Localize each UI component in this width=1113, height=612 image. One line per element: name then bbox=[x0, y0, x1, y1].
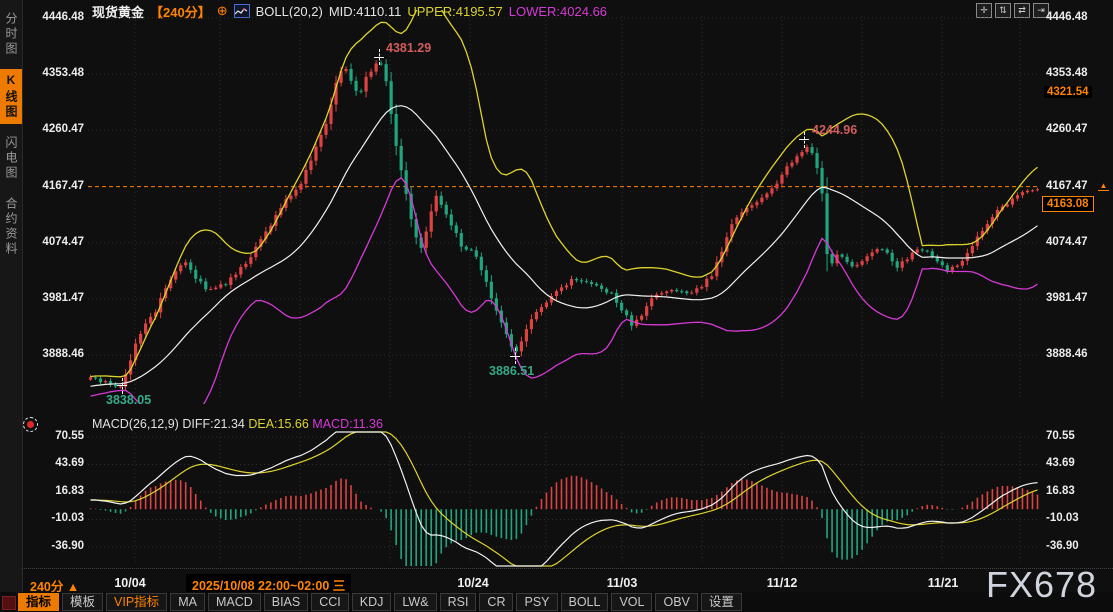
macd-tick: -10.03 bbox=[1046, 512, 1079, 524]
macd-tick: 43.69 bbox=[1046, 457, 1075, 469]
price-tick: 4260.47 bbox=[1046, 123, 1088, 135]
toolbar-item-lw[interactable]: LW& bbox=[394, 593, 436, 611]
price-tick: 4260.47 bbox=[30, 123, 84, 135]
macd-chart[interactable] bbox=[88, 430, 1040, 568]
macd-header: MACD(26,12,9) DIFF:21.34 DEA:15.66 MACD:… bbox=[92, 417, 383, 431]
annotation-low-mid: 3886.51 bbox=[489, 364, 534, 378]
main-price-chart[interactable] bbox=[88, 10, 1040, 404]
timeline-date: 11/03 bbox=[607, 576, 638, 590]
toolbar-item-boll[interactable]: BOLL bbox=[561, 593, 609, 611]
toolbar-item-template[interactable]: 模板 bbox=[62, 593, 103, 611]
price-tick: 3981.47 bbox=[30, 292, 84, 304]
timeline-date: 10/24 bbox=[457, 576, 488, 590]
app-root: 分时图 K线图 闪电图 合约资料 现货黄金 【240分】 ⊕ BOLL(20,2… bbox=[0, 0, 1113, 612]
toolbar-item-obv[interactable]: OBV bbox=[655, 593, 697, 611]
toolbar-item-settings[interactable]: 设置 bbox=[701, 593, 742, 611]
price-tick: 4167.47 bbox=[30, 180, 84, 192]
toolbar-item-psy[interactable]: PSY bbox=[516, 593, 557, 611]
macd-dea-value: DEA:15.66 bbox=[248, 417, 308, 431]
price-tick: 4353.48 bbox=[30, 67, 84, 79]
toolbar-item-vol[interactable]: VOL bbox=[611, 593, 652, 611]
macd-tick: 43.69 bbox=[30, 457, 84, 469]
alert-line-marker-icon: ▲ bbox=[1098, 181, 1109, 191]
toolbar-item-cci[interactable]: CCI bbox=[311, 593, 349, 611]
toolbar-item-indicator[interactable]: 指标 bbox=[18, 593, 59, 611]
extreme-cross-marker bbox=[114, 378, 130, 394]
sidebar-tab-lightning-chart[interactable]: 闪电图 bbox=[0, 132, 22, 185]
annotation-low-start: 3838.05 bbox=[106, 393, 151, 407]
macd-tick: -10.03 bbox=[30, 512, 84, 524]
toolbar-item-vip[interactable]: VIP指标 bbox=[106, 593, 167, 611]
price-tick: 3888.46 bbox=[30, 348, 84, 360]
toolbar-item-kdj[interactable]: KDJ bbox=[352, 593, 392, 611]
sidebar-tab-time-chart[interactable]: 分时图 bbox=[0, 8, 22, 61]
price-tick: 4353.48 bbox=[1046, 67, 1088, 79]
macd-tick: -36.90 bbox=[30, 540, 84, 552]
extreme-cross-marker bbox=[796, 132, 812, 148]
toolbar-item-cr[interactable]: CR bbox=[479, 593, 513, 611]
toolbar-item-rsi[interactable]: RSI bbox=[440, 593, 477, 611]
price-tick: 4074.47 bbox=[1046, 236, 1088, 248]
price-tick: 4446.48 bbox=[30, 11, 84, 23]
marked-price-label: 4321.54 bbox=[1044, 86, 1092, 98]
macd-tick: 16.83 bbox=[1046, 485, 1075, 497]
price-tick: 4446.48 bbox=[1046, 11, 1088, 23]
annotation-high-second: 4244.96 bbox=[812, 123, 857, 137]
extreme-cross-marker bbox=[507, 348, 523, 364]
timeline-date: 11/21 bbox=[928, 576, 959, 590]
toolbar-item-macd[interactable]: MACD bbox=[208, 593, 261, 611]
macd-tick: 16.83 bbox=[30, 485, 84, 497]
sidebar-tab-contract-info[interactable]: 合约资料 bbox=[0, 193, 22, 261]
sidebar: 分时图 K线图 闪电图 合约资料 bbox=[0, 0, 23, 612]
corner-indicator-icon bbox=[2, 596, 16, 610]
macd-hist-value: MACD:11.36 bbox=[312, 417, 383, 431]
extreme-cross-marker bbox=[371, 49, 387, 65]
last-price-badge: 4163.08 bbox=[1042, 196, 1094, 212]
macd-label: MACD(26,12,9) bbox=[92, 417, 179, 431]
price-tick: 3888.46 bbox=[1046, 348, 1088, 360]
fx678-watermark: FX678 bbox=[986, 564, 1097, 606]
timeline: 240分 ▲ 10/04 2025/10/08 22:00~02:00 三 10… bbox=[22, 568, 1113, 593]
macd-tick: 70.55 bbox=[1046, 430, 1075, 442]
price-tick: 4074.47 bbox=[30, 236, 84, 248]
indicator-toolbar: 指标 模板 VIP指标 MA MACD BIAS CCI KDJ LW& RSI… bbox=[0, 592, 1113, 612]
price-tick: 3981.47 bbox=[1046, 292, 1088, 304]
macd-tick: -36.90 bbox=[1046, 540, 1079, 552]
timeline-date: 10/04 bbox=[114, 576, 145, 590]
annotation-high-main: 4381.29 bbox=[386, 41, 431, 55]
toolbar-item-ma[interactable]: MA bbox=[170, 593, 205, 611]
timeline-date: 11/12 bbox=[767, 576, 798, 590]
macd-diff-value: DIFF:21.34 bbox=[182, 417, 245, 431]
sidebar-tab-kline-chart[interactable]: K线图 bbox=[0, 69, 22, 124]
macd-tick: 70.55 bbox=[30, 430, 84, 442]
toolbar-item-bias[interactable]: BIAS bbox=[264, 593, 309, 611]
price-tick: 4167.47 bbox=[1046, 180, 1088, 192]
